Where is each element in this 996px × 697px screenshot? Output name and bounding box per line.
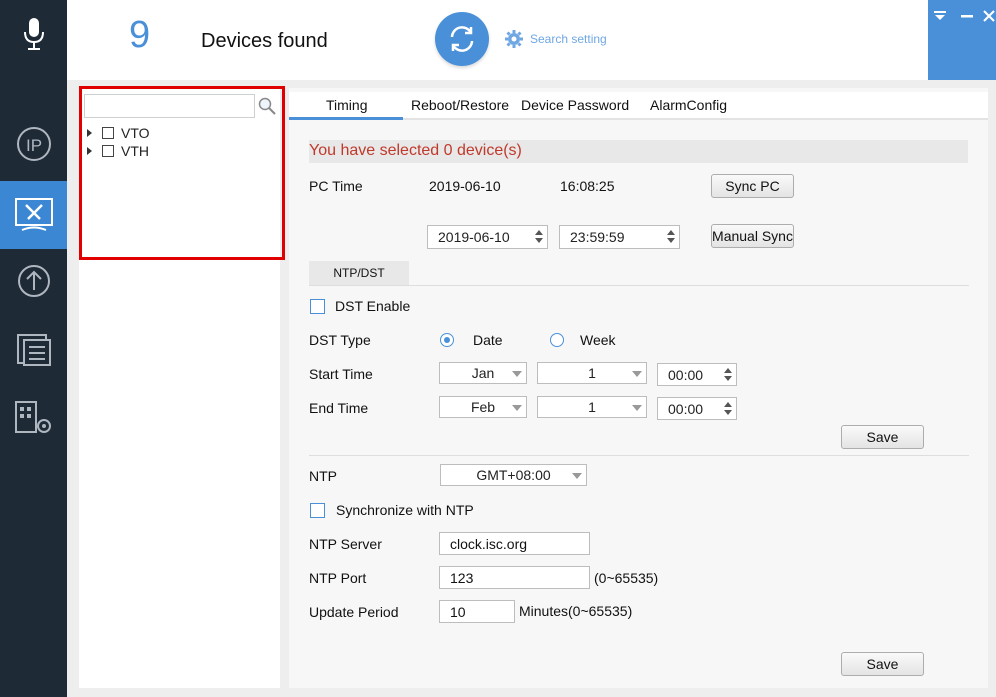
ntp-port-label: NTP Port <box>309 570 367 586</box>
ntp-timezone-select[interactable]: GMT+08:00 <box>440 464 587 486</box>
expand-arrow-icon[interactable] <box>87 147 92 155</box>
pc-time-label: PC Time <box>309 178 363 194</box>
divider <box>309 455 969 456</box>
device-search-input[interactable] <box>84 94 255 118</box>
tree-item-label: VTO <box>121 125 150 141</box>
manual-time-value: 23:59:59 <box>570 229 625 245</box>
microphone-icon[interactable] <box>0 0 67 68</box>
start-hm-input[interactable]: 00:00 <box>657 363 737 386</box>
svg-text:IP: IP <box>26 136 42 155</box>
dst-type-date-radio[interactable] <box>440 333 454 347</box>
upgrade-icon[interactable] <box>0 247 67 315</box>
minimize-icon[interactable] <box>959 8 975 24</box>
tab-reboot-restore[interactable]: Reboot/Restore <box>411 97 509 113</box>
manual-sync-button[interactable]: Manual Sync <box>711 224 794 248</box>
checkbox[interactable] <box>102 145 114 157</box>
start-day-select[interactable]: 1 <box>537 362 647 384</box>
spin-arrows-icon[interactable] <box>535 230 543 244</box>
update-period-input[interactable] <box>439 600 515 623</box>
window-controls <box>928 0 996 80</box>
selection-status: You have selected 0 device(s) <box>309 140 968 163</box>
tree-item-label: VTH <box>121 143 149 159</box>
spin-arrows-icon[interactable] <box>724 402 732 416</box>
sync-pc-button[interactable]: Sync PC <box>711 174 794 198</box>
start-month-select[interactable]: Jan <box>439 362 527 384</box>
spin-arrows-icon[interactable] <box>724 368 732 382</box>
pc-time-value: 16:08:25 <box>560 178 615 194</box>
dst-type-week-label: Week <box>580 332 616 348</box>
sync-ntp-label: Synchronize with NTP <box>336 502 474 518</box>
tree-item-vto[interactable]: VTO <box>87 124 150 142</box>
dst-type-label: DST Type <box>309 332 371 348</box>
search-setting-link[interactable]: Search setting <box>504 29 607 49</box>
device-tree-panel <box>79 88 280 688</box>
refresh-button[interactable] <box>435 12 489 66</box>
ntp-port-input[interactable] <box>439 566 590 589</box>
start-month-value: Jan <box>471 365 495 381</box>
active-tab-indicator <box>289 117 403 120</box>
ip-config-icon[interactable]: IP <box>0 110 67 178</box>
end-day-select[interactable]: 1 <box>537 396 647 418</box>
expand-arrow-icon[interactable] <box>87 129 92 137</box>
dst-enable-label: DST Enable <box>335 298 411 314</box>
end-hm-input[interactable]: 00:00 <box>657 397 737 420</box>
tab-timing[interactable]: Timing <box>326 97 368 113</box>
manual-date-input[interactable]: 2019-06-10 <box>427 225 548 249</box>
spin-arrows-icon[interactable] <box>667 230 675 244</box>
divider <box>309 285 969 286</box>
manual-date-value: 2019-06-10 <box>438 229 510 245</box>
ntp-port-range: (0~65535) <box>594 570 659 586</box>
end-month-value: Feb <box>470 399 496 415</box>
tree-item-vth[interactable]: VTH <box>87 142 149 160</box>
left-nav: IP <box>0 0 67 697</box>
building-settings-icon[interactable] <box>0 384 67 452</box>
chevron-down-icon <box>632 371 642 377</box>
menu-dropdown-icon[interactable] <box>932 8 948 24</box>
refresh-icon <box>450 26 474 52</box>
devices-found-label: Devices found <box>201 30 328 52</box>
tab-ntp-dst[interactable]: NTP/DST <box>309 261 409 285</box>
sync-ntp-checkbox[interactable] <box>310 503 325 518</box>
dst-type-week-radio[interactable] <box>550 333 564 347</box>
update-period-unit: Minutes(0~65535) <box>519 603 633 619</box>
ntp-server-label: NTP Server <box>309 536 382 552</box>
search-setting-label: Search setting <box>530 32 607 46</box>
end-day-value: 1 <box>588 399 596 415</box>
update-period-label: Update Period <box>309 604 399 620</box>
gear-icon <box>505 30 523 48</box>
header: 9 Devices found Search setting <box>67 0 996 80</box>
dst-type-date-label: Date <box>473 332 503 348</box>
search-icon[interactable] <box>258 97 276 115</box>
manual-time-input[interactable]: 23:59:59 <box>559 225 680 249</box>
tab-bar: Timing Reboot/Restore Device Password Al… <box>289 92 988 120</box>
ntp-server-input[interactable] <box>439 532 590 555</box>
save-dst-button[interactable]: Save <box>841 425 924 449</box>
ntp-label: NTP <box>309 468 337 484</box>
save-ntp-button[interactable]: Save <box>841 652 924 676</box>
end-month-select[interactable]: Feb <box>439 396 527 418</box>
main-panel <box>289 88 988 688</box>
tab-device-password[interactable]: Device Password <box>521 97 629 113</box>
start-time-label: Start Time <box>309 366 373 382</box>
device-list-icon[interactable] <box>0 316 67 384</box>
device-count: 9 <box>129 14 151 56</box>
dst-enable-checkbox[interactable] <box>310 299 325 314</box>
pc-date-value: 2019-06-10 <box>429 178 501 194</box>
chevron-down-icon <box>632 405 642 411</box>
start-day-value: 1 <box>588 365 596 381</box>
checkbox[interactable] <box>102 127 114 139</box>
ntp-timezone-value: GMT+08:00 <box>476 467 551 483</box>
chevron-down-icon <box>512 371 522 377</box>
end-hm-value: 00:00 <box>668 401 704 417</box>
end-time-label: End Time <box>309 400 369 416</box>
start-hm-value: 00:00 <box>668 367 704 383</box>
tab-alarm-config[interactable]: AlarmConfig <box>650 97 727 113</box>
close-icon[interactable] <box>981 8 996 24</box>
chevron-down-icon <box>512 405 522 411</box>
system-settings-icon[interactable] <box>0 181 67 249</box>
chevron-down-icon <box>572 473 582 479</box>
